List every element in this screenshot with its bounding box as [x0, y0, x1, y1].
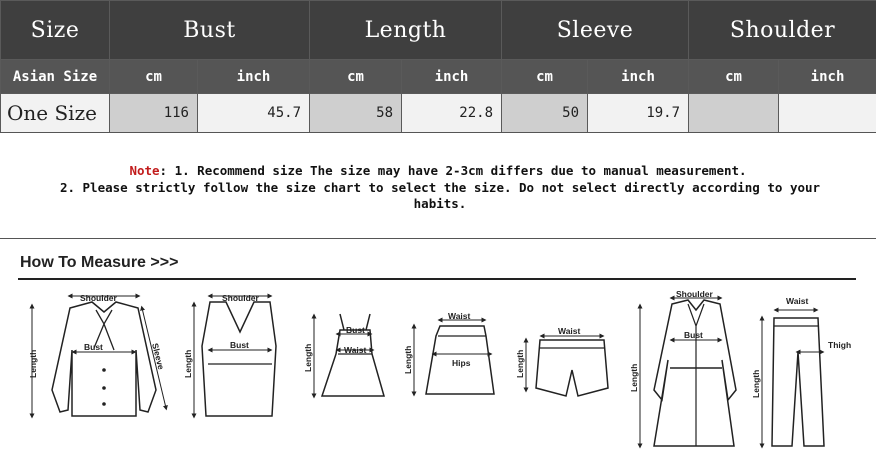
sleeve-label: Sleeve: [150, 342, 166, 371]
thigh-label: Thigh: [828, 340, 851, 350]
unit-cell: inch: [197, 59, 310, 94]
garment-diagrams: Shoulder Bust Length Sleeve Shoulder Bus…: [28, 289, 851, 449]
header-length: Length: [308, 0, 503, 60]
note-text-1: : 1. Recommend size The size may have 2-…: [159, 163, 747, 178]
value-cell: [688, 93, 780, 133]
value-cell: 19.7: [587, 93, 690, 133]
tank-top-diagram: Shoulder Bust Length: [183, 293, 277, 419]
unit-cell: cm: [688, 59, 780, 94]
header-sleeve: Sleeve: [501, 0, 690, 60]
table-row: One Size 116 45.7 58 22.8 50 19.7: [0, 93, 876, 133]
length-label: Length: [28, 350, 38, 378]
bust-label: Bust: [346, 325, 365, 335]
unit-cell: cm: [109, 59, 198, 94]
bust-label: Bust: [684, 330, 703, 340]
value-cell: 50: [501, 93, 589, 133]
note-section: Note: 1. Recommend size The size may hav…: [0, 132, 876, 239]
waist-label: Waist: [558, 326, 581, 336]
blouse-diagram: Shoulder Bust Length Sleeve: [28, 293, 168, 419]
length-label: Length: [303, 344, 313, 372]
note-line-2: 2. Please strictly follow the size chart…: [59, 180, 821, 211]
value-cell: 45.7: [197, 93, 310, 133]
header-bust: Bust: [109, 0, 310, 60]
shoulder-label: Shoulder: [80, 293, 118, 303]
how-to-measure-section: How To Measure >>> Shoulder Bust Length …: [0, 240, 876, 468]
unit-row-label: Asian Size: [0, 59, 110, 94]
bust-label: Bust: [84, 342, 103, 352]
shorts-diagram: Waist Length: [515, 326, 609, 397]
unit-cell: cm: [309, 59, 402, 94]
length-label: Length: [515, 350, 525, 378]
waist-label: Waist: [448, 311, 471, 321]
waist-label: Waist: [344, 345, 367, 355]
length-label: Length: [183, 350, 193, 378]
unit-row: Asian Size cm inch cm inch cm inch cm in…: [0, 59, 876, 94]
size-chart-table: Size Bust Length Sleeve Shoulder Asian S…: [0, 0, 876, 133]
dress-diagram: Bust Waist Length: [303, 313, 385, 399]
shoulder-label: Shoulder: [676, 289, 714, 299]
shoulder-label: Shoulder: [222, 293, 260, 303]
unit-cell: inch: [400, 59, 503, 94]
bust-label: Bust: [230, 340, 249, 350]
value-cell: [778, 93, 876, 133]
length-label: Length: [403, 346, 413, 374]
length-label: Length: [751, 370, 761, 398]
hips-label: Hips: [452, 358, 471, 368]
unit-cell: cm: [501, 59, 589, 94]
value-cell: 58: [309, 93, 402, 133]
value-cell: 22.8: [400, 93, 503, 133]
trousers-diagram: Waist Thigh Length: [751, 296, 851, 449]
note-prefix: Note: [129, 163, 160, 178]
header-shoulder: Shoulder: [688, 0, 876, 60]
value-cell: 116: [109, 93, 198, 133]
waist-label: Waist: [786, 296, 809, 306]
unit-cell: inch: [587, 59, 690, 94]
header-size: Size: [0, 0, 110, 60]
unit-cell: inch: [778, 59, 876, 94]
header-row: Size Bust Length Sleeve Shoulder: [0, 0, 876, 60]
row-label: One Size: [0, 93, 110, 133]
length-label: Length: [629, 364, 639, 392]
note-line-1: Note: 1. Recommend size The size may hav…: [0, 163, 876, 178]
skirt-diagram: Waist Hips Length: [403, 311, 495, 397]
coat-diagram: Shoulder Bust Length: [629, 289, 737, 449]
